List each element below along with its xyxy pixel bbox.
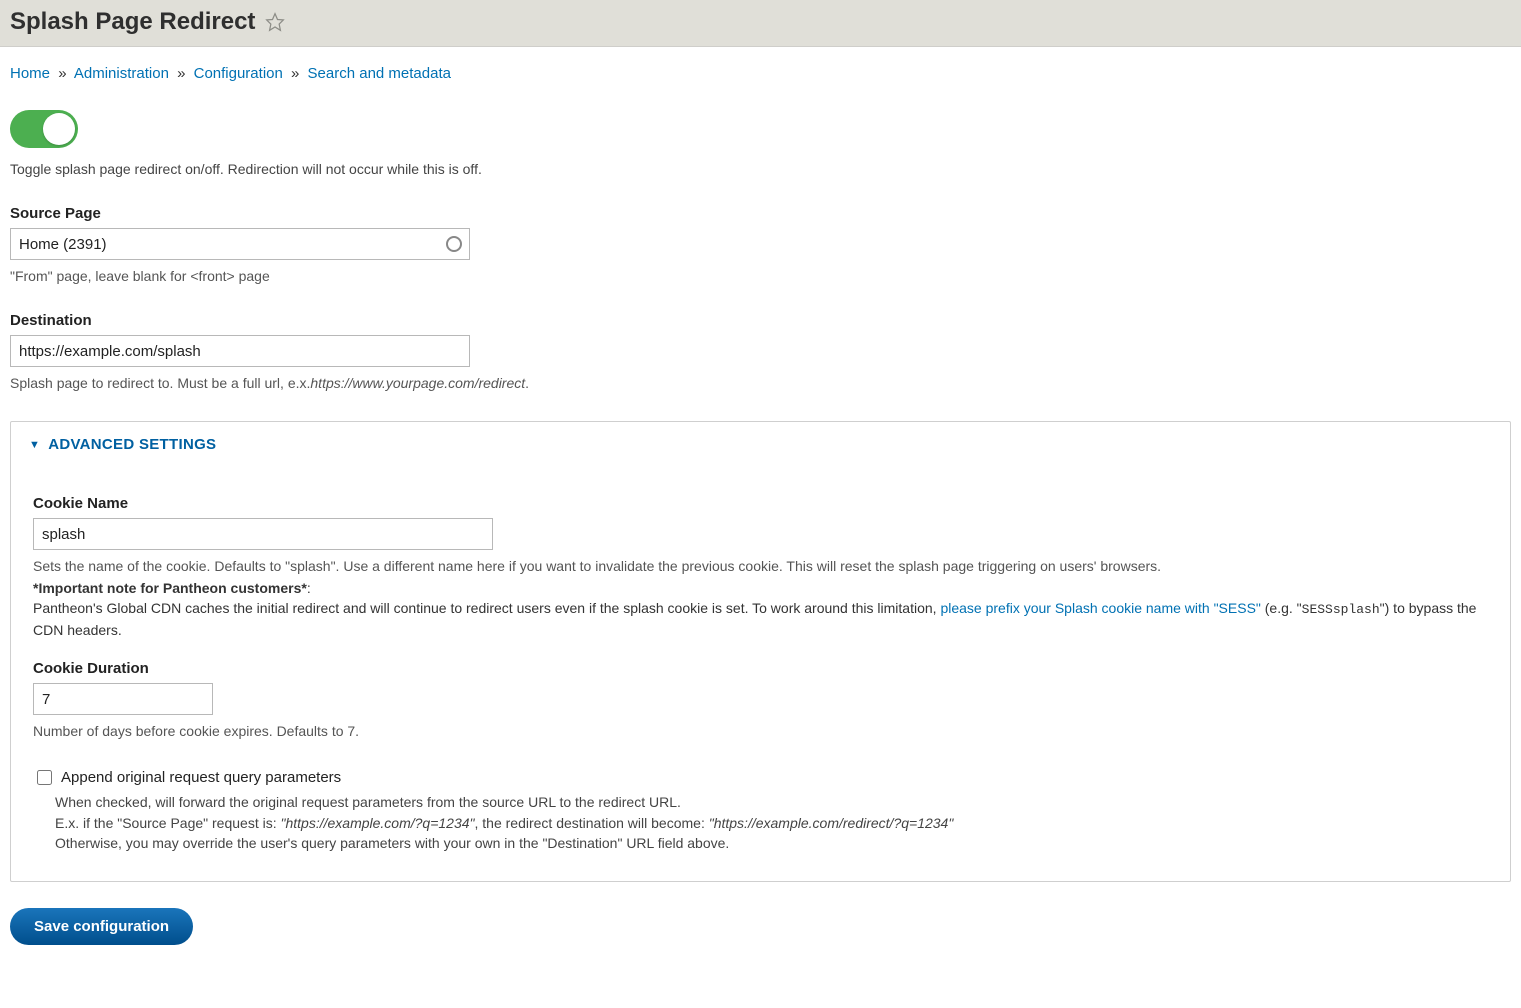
breadcrumb-separator: » (173, 65, 189, 82)
cookie-duration-label: Cookie Duration (33, 660, 1488, 677)
page-title: Splash Page Redirect (10, 8, 255, 36)
cookie-name-input[interactable] (33, 518, 493, 550)
pantheon-note-post-pre: (e.g. " (1261, 600, 1302, 616)
pantheon-code: SESSsplash (1302, 602, 1380, 617)
cookie-name-label: Cookie Name (33, 495, 1488, 512)
pantheon-note: *Important note for Pantheon customers*:… (33, 578, 1488, 640)
append-query-label[interactable]: Append original request query parameters (61, 769, 341, 786)
pantheon-note-colon: : (307, 580, 311, 596)
advanced-settings-title: ADVANCED SETTINGS (48, 436, 216, 453)
destination-input[interactable] (10, 335, 470, 367)
breadcrumb-separator: » (287, 65, 303, 82)
breadcrumb: Home » Administration » Configuration » … (10, 65, 1511, 82)
source-page-label: Source Page (10, 205, 1511, 222)
pantheon-note-label: *Important note for Pantheon customers* (33, 580, 307, 596)
cookie-name-field: Cookie Name Sets the name of the cookie.… (33, 495, 1488, 640)
append-query-checkbox[interactable] (37, 770, 52, 785)
page-header: Splash Page Redirect (0, 0, 1521, 47)
source-page-input[interactable] (10, 228, 470, 260)
toggle-description: Toggle splash page redirect on/off. Redi… (10, 161, 1511, 177)
destination-helper-suffix: . (525, 375, 529, 391)
advanced-settings-body: Cookie Name Sets the name of the cookie.… (11, 465, 1510, 881)
breadcrumb-administration[interactable]: Administration (74, 65, 169, 82)
append-query-row: Append original request query parameters (33, 767, 1488, 788)
pantheon-note-pre: Pantheon's Global CDN caches the initial… (33, 600, 940, 616)
destination-field: Destination Splash page to redirect to. … (10, 312, 1511, 391)
content-region: Home » Administration » Configuration » … (0, 47, 1521, 975)
destination-helper-prefix: Splash page to redirect to. Must be a fu… (10, 375, 310, 391)
append-query-desc-line2: E.x. if the "Source Page" request is: "h… (55, 813, 1488, 833)
cookie-duration-field: Cookie Duration Number of days before co… (33, 660, 1488, 739)
append-query-description: When checked, will forward the original … (55, 792, 1488, 853)
toggle-knob (43, 113, 75, 145)
breadcrumb-separator: » (54, 65, 70, 82)
append-query-desc-line3: Otherwise, you may override the user's q… (55, 833, 1488, 853)
destination-helper-example: https://www.yourpage.com/redirect (310, 375, 525, 391)
save-button[interactable]: Save configuration (10, 908, 193, 945)
enable-toggle[interactable] (10, 110, 78, 148)
cookie-duration-input[interactable] (33, 683, 213, 715)
autocomplete-icon (446, 236, 462, 252)
destination-label: Destination (10, 312, 1511, 329)
cookie-name-helper: Sets the name of the cookie. Defaults to… (33, 558, 1488, 574)
destination-helper: Splash page to redirect to. Must be a fu… (10, 375, 1511, 391)
breadcrumb-search-metadata[interactable]: Search and metadata (308, 65, 451, 82)
breadcrumb-home[interactable]: Home (10, 65, 50, 82)
advanced-settings-toggle[interactable]: ▼ ADVANCED SETTINGS (11, 422, 1510, 465)
source-page-helper: "From" page, leave blank for <front> pag… (10, 268, 1511, 284)
pantheon-sess-link[interactable]: please prefix your Splash cookie name wi… (940, 600, 1260, 616)
source-page-field: Source Page "From" page, leave blank for… (10, 205, 1511, 284)
cookie-duration-helper: Number of days before cookie expires. De… (33, 723, 1488, 739)
advanced-settings-panel: ▼ ADVANCED SETTINGS Cookie Name Sets the… (10, 421, 1511, 882)
breadcrumb-configuration[interactable]: Configuration (194, 65, 283, 82)
chevron-down-icon: ▼ (29, 439, 40, 451)
star-icon[interactable] (265, 12, 285, 32)
append-query-desc-line1: When checked, will forward the original … (55, 792, 1488, 812)
